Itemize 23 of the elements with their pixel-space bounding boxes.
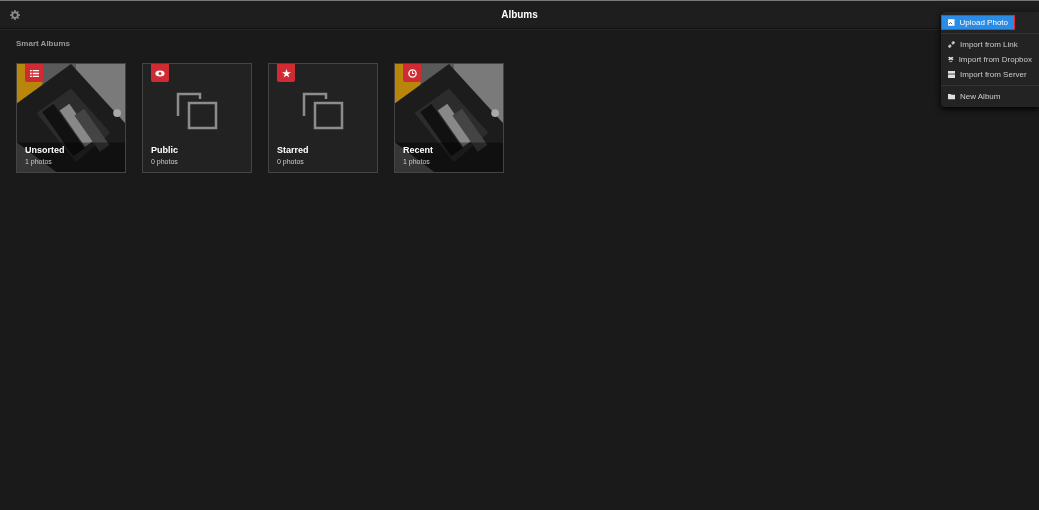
album-title: Unsorted xyxy=(25,145,65,155)
server-icon xyxy=(948,71,955,78)
menu-item[interactable]: Upload Photo xyxy=(941,15,1015,30)
section-title: Smart Albums xyxy=(16,39,70,48)
menu-item[interactable]: Import from Dropbox xyxy=(941,52,1039,67)
album-title: Public xyxy=(151,145,178,155)
album-title: Recent xyxy=(403,145,433,155)
list-badge xyxy=(25,64,43,82)
eye-badge xyxy=(151,64,169,82)
clock-badge xyxy=(403,64,421,82)
box-icon xyxy=(948,56,954,63)
star-badge xyxy=(277,64,295,82)
menu-item[interactable]: Import from Link xyxy=(941,37,1039,52)
menu-item[interactable]: New Album xyxy=(941,89,1039,104)
link-icon xyxy=(948,41,955,48)
image-icon xyxy=(948,19,955,26)
settings-icon[interactable] xyxy=(10,10,20,20)
albums-icon xyxy=(176,92,218,130)
folder-icon xyxy=(948,93,955,100)
menu-item[interactable]: Import from Server xyxy=(941,67,1039,82)
album-title: Starred xyxy=(277,145,309,155)
page-title: Albums xyxy=(501,9,538,20)
albums-icon xyxy=(302,92,344,130)
